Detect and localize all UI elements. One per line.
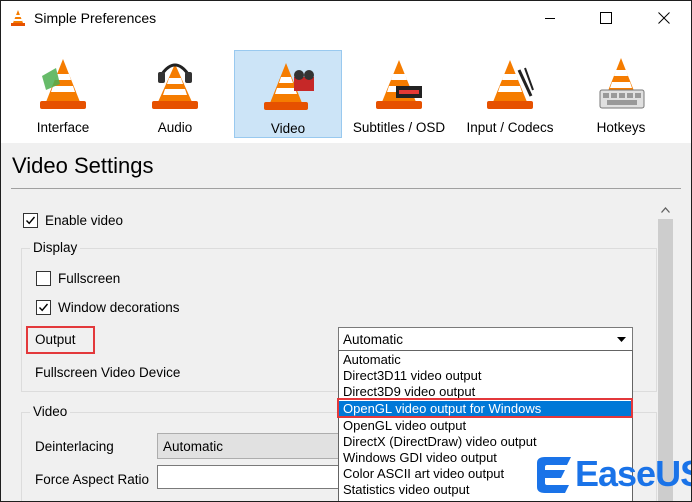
hotkeys-cone-icon xyxy=(599,58,645,109)
category-label: Subtitles / OSD xyxy=(352,120,446,135)
output-select-value: Automatic xyxy=(343,332,404,347)
option-highlight-box xyxy=(337,398,633,418)
window-decorations-checkbox[interactable] xyxy=(36,300,51,315)
subtitles-cone-icon xyxy=(376,60,422,109)
force-aspect-ratio-label: Force Aspect Ratio xyxy=(35,472,150,487)
checkmark-icon xyxy=(25,216,36,225)
force-aspect-ratio-input[interactable] xyxy=(157,465,340,489)
fullscreen-label: Fullscreen xyxy=(58,271,121,286)
window-title: Simple Preferences xyxy=(34,10,157,26)
category-label: Video xyxy=(270,121,306,136)
close-icon xyxy=(658,12,670,24)
preferences-window: Simple Preferences Interface Audio Video… xyxy=(0,0,692,502)
deinterlacing-select[interactable]: Automatic xyxy=(157,433,340,459)
fullscreen-checkbox[interactable] xyxy=(36,271,51,286)
page-title: Video Settings xyxy=(12,153,154,178)
scroll-up-button[interactable] xyxy=(657,201,674,218)
maximize-icon xyxy=(600,12,612,24)
category-audio[interactable]: Audio xyxy=(121,50,229,138)
audio-cone-icon xyxy=(152,63,198,109)
vlc-cone-icon xyxy=(11,10,25,26)
deinterlacing-value: Automatic xyxy=(163,439,224,454)
input-codecs-cone-icon xyxy=(487,60,534,109)
enable-video-label: Enable video xyxy=(45,213,124,228)
display-group-title: Display xyxy=(30,240,81,255)
category-hotkeys[interactable]: Hotkeys xyxy=(567,50,675,138)
chevron-up-icon xyxy=(661,206,670,213)
category-label: Audio xyxy=(157,120,193,135)
close-button[interactable] xyxy=(641,1,687,35)
window-decorations-label: Window decorations xyxy=(58,300,180,315)
category-label: Hotkeys xyxy=(596,120,646,135)
watermark-text: EaseUS xyxy=(575,453,692,494)
dropdown-option[interactable]: DirectX (DirectDraw) video output xyxy=(339,434,632,450)
minimize-icon xyxy=(545,18,555,19)
easeus-e-icon xyxy=(537,457,571,493)
minimize-button[interactable] xyxy=(527,1,573,35)
enable-video-checkbox[interactable] xyxy=(23,213,38,228)
maximize-button[interactable] xyxy=(583,1,629,35)
video-cone-icon xyxy=(264,63,314,110)
title-bar: Simple Preferences xyxy=(1,1,691,35)
category-toolbar: Interface Audio Video Subtitles / OSD In… xyxy=(1,35,691,143)
dropdown-arrow-icon xyxy=(617,337,626,342)
category-label: Interface xyxy=(36,120,90,135)
heading-divider xyxy=(11,188,681,189)
dropdown-option[interactable]: Automatic xyxy=(339,352,632,368)
dropdown-option[interactable]: OpenGL video output xyxy=(339,418,632,434)
category-video[interactable]: Video xyxy=(234,50,342,138)
category-input-codecs[interactable]: Input / Codecs xyxy=(456,50,564,138)
easeus-logo: EaseUS xyxy=(531,451,691,499)
checkmark-icon xyxy=(38,303,49,312)
video-group-title: Video xyxy=(30,404,71,419)
interface-cone-icon xyxy=(40,59,86,109)
category-label: Input / Codecs xyxy=(466,120,554,135)
fullscreen-device-label: Fullscreen Video Device xyxy=(35,365,181,380)
category-interface[interactable]: Interface xyxy=(9,50,117,138)
output-select[interactable]: Automatic xyxy=(338,327,633,351)
deinterlacing-label: Deinterlacing xyxy=(35,439,114,454)
output-label: Output xyxy=(35,332,76,347)
category-subtitles-osd[interactable]: Subtitles / OSD xyxy=(345,50,453,138)
dropdown-option[interactable]: Direct3D11 video output xyxy=(339,368,632,384)
